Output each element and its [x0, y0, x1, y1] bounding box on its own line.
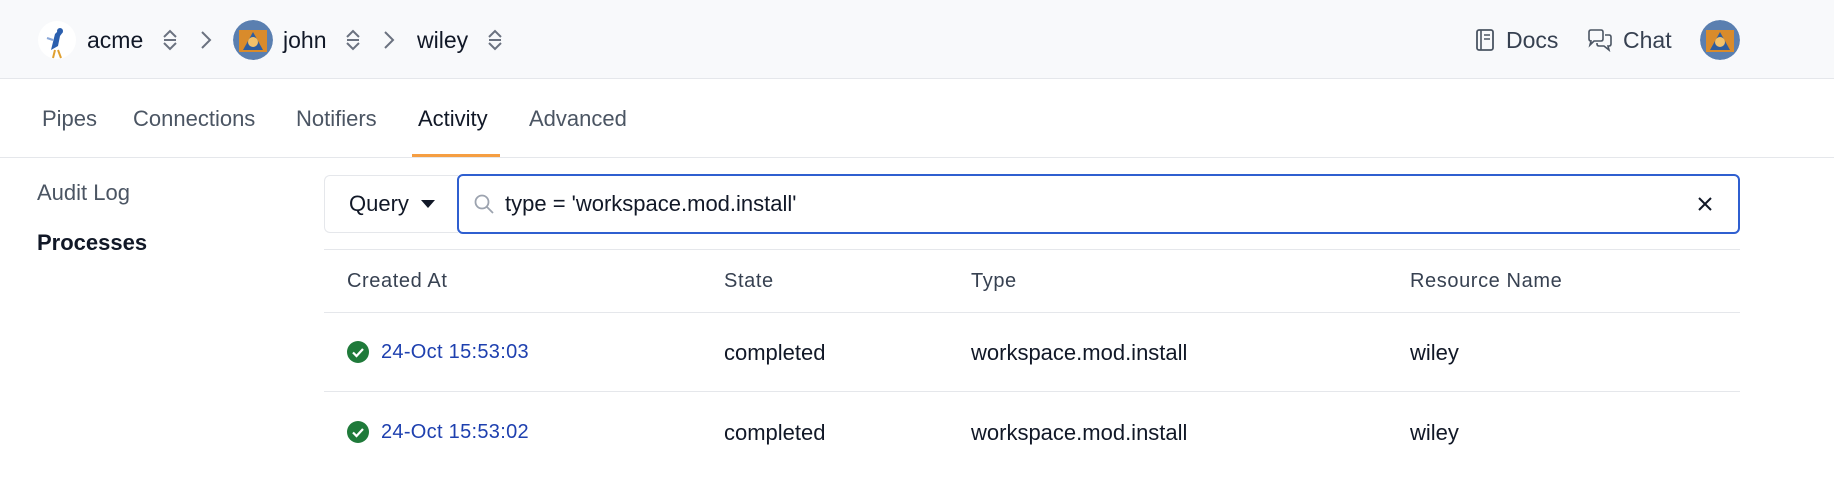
- column-header-resource-name[interactable]: Resource Name: [1410, 270, 1562, 293]
- top-bar: acme john wiley Docs Chat: [0, 0, 1834, 79]
- column-header-state[interactable]: State: [724, 270, 774, 293]
- check-circle-icon: [347, 421, 369, 443]
- sidebar-item-audit-log[interactable]: Audit Log: [37, 180, 130, 206]
- user-avatar: [233, 20, 273, 60]
- resource-name-cell: wiley: [1410, 340, 1459, 365]
- workspace-switcher-icon[interactable]: [486, 29, 504, 51]
- workspace-name: wiley: [417, 26, 469, 53]
- account-avatar-image-icon: [1700, 20, 1740, 60]
- query-input[interactable]: [505, 191, 1655, 217]
- user-switcher-icon[interactable]: [344, 29, 362, 51]
- org-logo-icon: [38, 21, 76, 59]
- sidebar-item-processes[interactable]: Processes: [37, 230, 147, 256]
- tab-activity[interactable]: Activity: [418, 106, 488, 132]
- tab-notifiers[interactable]: Notifiers: [296, 106, 377, 132]
- query-search-box[interactable]: [457, 174, 1740, 234]
- breadcrumb-separator-icon: [201, 31, 212, 49]
- breadcrumb-org[interactable]: acme: [37, 20, 179, 60]
- type-cell: workspace.mod.install: [971, 420, 1188, 445]
- user-name: john: [283, 26, 327, 53]
- active-tab-indicator: [412, 154, 500, 157]
- state-cell: completed: [724, 340, 826, 365]
- query-mode-label: Query: [349, 191, 409, 216]
- column-header-type[interactable]: Type: [971, 270, 1017, 293]
- breadcrumb-separator-icon: [384, 31, 395, 49]
- account-avatar[interactable]: [1700, 20, 1740, 60]
- breadcrumb-workspace[interactable]: wiley: [417, 20, 504, 60]
- column-header-created-at[interactable]: Created At: [347, 270, 448, 293]
- created-at-link[interactable]: 24-Oct 15:53:02: [381, 421, 529, 444]
- chat-bubbles-icon: [1588, 29, 1612, 52]
- close-icon[interactable]: [1694, 193, 1716, 215]
- org-switcher-icon[interactable]: [161, 29, 179, 51]
- chat-link[interactable]: Chat: [1587, 24, 1672, 56]
- check-circle-icon: [347, 341, 369, 363]
- tab-advanced[interactable]: Advanced: [529, 106, 627, 132]
- tab-pipes[interactable]: Pipes: [42, 106, 97, 132]
- query-mode-dropdown[interactable]: Query: [324, 175, 458, 233]
- caret-down-icon: [420, 200, 435, 208]
- state-cell: completed: [724, 420, 826, 445]
- breadcrumb-user[interactable]: john: [233, 20, 362, 60]
- table-divider: [324, 249, 1740, 250]
- tab-connections[interactable]: Connections: [133, 106, 255, 132]
- docs-link[interactable]: Docs: [1474, 24, 1558, 56]
- org-name: acme: [87, 26, 144, 53]
- created-at-link[interactable]: 24-Oct 15:53:03: [381, 341, 529, 364]
- type-cell: workspace.mod.install: [971, 340, 1188, 365]
- docs-label: Docs: [1506, 26, 1559, 53]
- table-row-divider: [324, 391, 1740, 392]
- workspace-tabs: Pipes Connections Notifiers Activity Adv…: [0, 79, 1834, 158]
- user-avatar-image-icon: [233, 20, 273, 60]
- table-row-divider: [324, 312, 1740, 313]
- book-icon: [1476, 29, 1494, 51]
- resource-name-cell: wiley: [1410, 420, 1459, 445]
- search-icon: [474, 194, 494, 214]
- chat-label: Chat: [1623, 26, 1672, 53]
